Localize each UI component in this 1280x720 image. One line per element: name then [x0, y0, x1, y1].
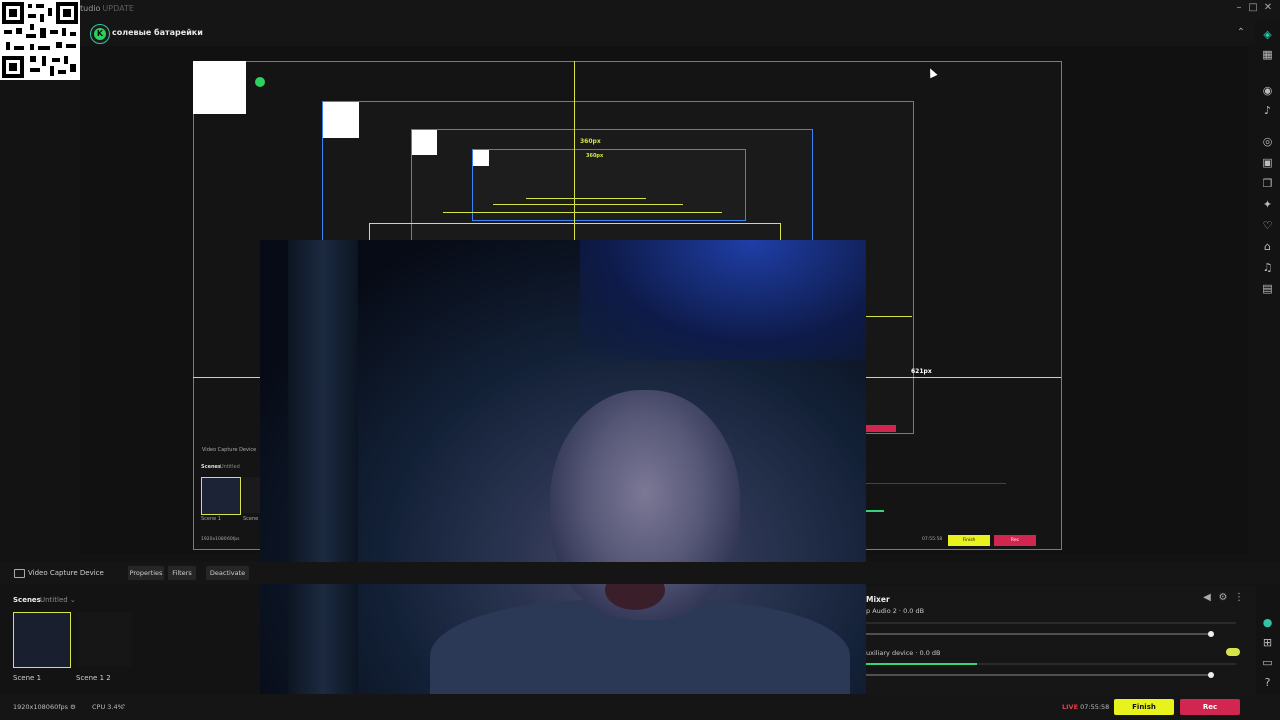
mixer-title: Mixer	[866, 595, 890, 604]
music-icon[interactable]: ♫	[1255, 259, 1280, 277]
mixer-toggle[interactable]	[1226, 648, 1240, 656]
mixer-slider-knob-2[interactable]	[1208, 672, 1214, 678]
nested-scenes-title: Scenes	[201, 464, 221, 470]
guide-horizontal-4	[526, 198, 646, 199]
door-frame	[288, 240, 358, 694]
dimension-label-horizontal: 621px	[911, 368, 932, 375]
right-sidebar: ◈ ▦ ◉ ♪ ◎ ▣ ❒ ✦ ♡ ⌂ ♫ ▤ ● ⊞ ▭ ? ⚙	[1255, 20, 1280, 720]
nested-scene-thumb-2	[243, 477, 260, 513]
properties-button[interactable]: Properties	[128, 566, 164, 580]
qr-pattern	[2, 2, 78, 78]
layers-icon[interactable]: ❒	[1255, 175, 1280, 193]
mixer-slider-2[interactable]	[866, 674, 1211, 676]
nested-capture-level-4	[472, 149, 746, 221]
header-bar	[80, 20, 1255, 46]
guide-tick-left	[369, 223, 370, 240]
scene-label-1: Scene 1	[13, 674, 42, 682]
settings-gear-icon[interactable]: ⚙	[70, 703, 76, 711]
live-label: LIVE	[1062, 703, 1079, 711]
mixer-more-icon[interactable]: ⋮	[1230, 592, 1248, 603]
dimension-label-vertical: 360px	[580, 138, 601, 145]
scene-label-2: Scene 1 2	[76, 674, 111, 682]
guide-horizontal-3	[493, 204, 683, 205]
tag-icon[interactable]: ⌂	[1255, 238, 1280, 256]
nested-rec-button: Rec	[994, 535, 1036, 546]
dimension-label-vertical-inner: 360px	[586, 153, 604, 159]
guide-tick-right	[780, 223, 781, 240]
nested-rec-badge	[866, 425, 896, 432]
nested-mixer-track-1	[866, 483, 1006, 484]
collapse-header-button[interactable]: ⌃	[1232, 27, 1250, 38]
center-guide-right	[866, 377, 1061, 378]
scene-thumbnail-2[interactable]	[76, 612, 132, 666]
chevron-up-icon[interactable]: ⌃	[121, 703, 126, 711]
nested-qr-code-2	[323, 102, 359, 138]
channel-name[interactable]: солевые батарейки	[112, 28, 203, 37]
deactivate-button[interactable]: Deactivate	[206, 566, 249, 580]
camera-icon[interactable]: ◎	[1255, 133, 1280, 151]
webcam-feed[interactable]	[260, 240, 866, 694]
mixer-slider-1[interactable]	[866, 633, 1211, 635]
nested-finish-button: Finish	[948, 535, 990, 546]
guide-horizontal-2	[443, 212, 722, 213]
mixer-row-label-1: p Audio 2 · 0.0 dB	[866, 607, 925, 615]
chat-icon[interactable]: ▭	[1255, 654, 1280, 672]
video-icon[interactable]: ▣	[1255, 154, 1280, 172]
scene-thumbnail-1[interactable]	[13, 612, 71, 668]
filters-button[interactable]: Filters	[168, 566, 196, 580]
app-title: tudio UPDATE	[80, 4, 134, 13]
nested-scene-label-1: Scene 1	[201, 516, 222, 522]
scene-collection-dropdown[interactable]: Untitled ⌄	[40, 596, 76, 604]
mixer-meter-fill-2	[866, 663, 977, 665]
scene-collection-name: Untitled	[40, 596, 68, 604]
qr-code	[0, 0, 80, 80]
mixer-slider-knob-1[interactable]	[1208, 631, 1214, 637]
clipboard-icon[interactable]: ▤	[1255, 280, 1280, 298]
prime-icon[interactable]: ●	[1255, 614, 1280, 632]
footer-fps: 60fps	[50, 703, 69, 711]
center-guide-vertical	[574, 61, 575, 241]
dashboard-icon[interactable]: ◉	[1255, 82, 1280, 100]
mixer-meter-1	[866, 622, 1236, 624]
nested-mixer-meter	[866, 510, 884, 512]
guide-horizontal-1	[369, 223, 781, 224]
blue-light	[580, 240, 866, 360]
nested-fps: 60fps	[227, 537, 240, 542]
sparkles-icon[interactable]: ✦	[1255, 196, 1280, 214]
app-title-text: tudio	[80, 4, 101, 13]
source-name: Video Capture Device	[28, 569, 104, 577]
live-status: LIVE 07:55:58	[1062, 703, 1109, 711]
guide-horizontal-right	[866, 316, 912, 317]
nested-scene-thumb-1	[201, 477, 241, 515]
logo-letter: K	[94, 28, 106, 40]
heart-icon[interactable]: ♡	[1255, 217, 1280, 235]
nested-logo	[255, 77, 265, 87]
footer-cpu: CPU 3.4%	[92, 703, 124, 711]
layout-icon[interactable]: ▦	[1255, 46, 1280, 64]
mixer-meter-2	[866, 663, 1236, 665]
rec-button[interactable]: Rec	[1180, 699, 1240, 715]
close-button[interactable]: ✕	[1259, 2, 1277, 13]
update-label[interactable]: UPDATE	[102, 4, 134, 13]
center-guide-left	[193, 377, 260, 378]
mixer-row-label-2: uxiliary device · 0.0 dB	[866, 649, 941, 657]
nested-collection: Untitled	[220, 464, 240, 470]
video-capture-icon	[14, 569, 25, 578]
nested-qr-code-4	[473, 150, 489, 166]
nested-qr-code-3	[412, 130, 437, 155]
channel-logo[interactable]: K	[90, 24, 110, 44]
nested-time: 07:55:58	[922, 537, 943, 542]
title-bar	[0, 0, 1280, 20]
footer-resolution: 1920x1080	[13, 703, 50, 711]
studio-mode-icon[interactable]: ◈	[1255, 26, 1280, 44]
apps-icon[interactable]: ⊞	[1255, 634, 1280, 652]
scenes-title: Scenes	[13, 596, 41, 604]
live-time: 07:55:58	[1080, 703, 1110, 711]
notifications-icon[interactable]: ♪	[1255, 102, 1280, 120]
help-icon[interactable]: ?	[1255, 674, 1280, 692]
nested-resolution: 1920x1080	[201, 537, 227, 542]
nested-qr-code	[193, 61, 246, 114]
nested-source-label: Video Capture Device	[202, 447, 257, 453]
finish-button[interactable]: Finish	[1114, 699, 1174, 715]
